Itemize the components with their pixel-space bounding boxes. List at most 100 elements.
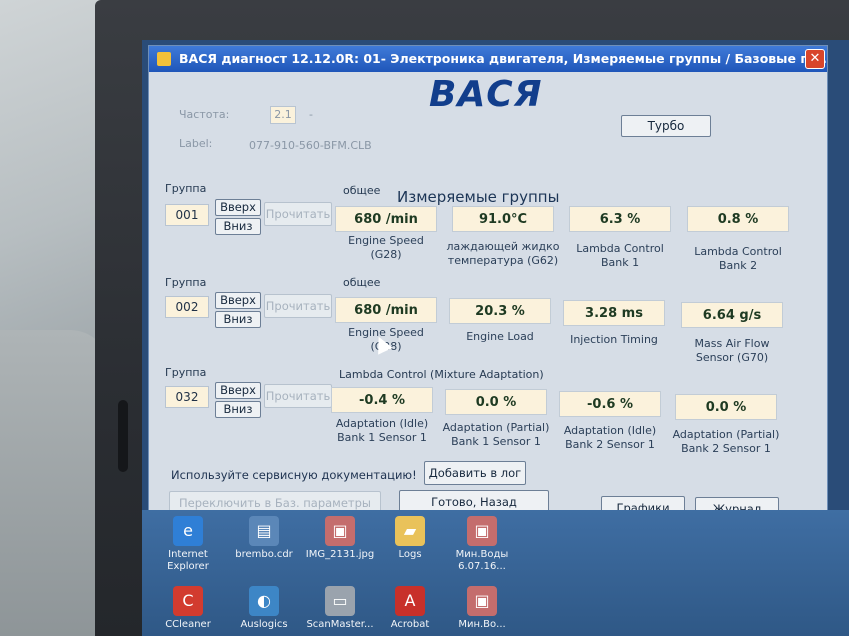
desktop-icon-label: brembo.cdr bbox=[235, 549, 293, 560]
add-to-log-button[interactable]: Добавить в лог bbox=[424, 461, 526, 485]
measurement-value: 3.28 ms bbox=[563, 300, 665, 326]
label-caption: Label: bbox=[179, 137, 213, 150]
measurement-value: 6.3 % bbox=[569, 206, 671, 232]
desktop-icon-ccleaner[interactable]: C CCleaner bbox=[150, 586, 226, 631]
desktop-icon-label: CCleaner bbox=[165, 619, 211, 630]
desktop-icon-internet-explorer[interactable]: e Internet Explorer bbox=[150, 516, 226, 573]
measurement-caption: Engine Speed bbox=[348, 234, 424, 247]
service-docs-hint: Используйте сервисную документацию! bbox=[171, 468, 417, 482]
image-icon: ▣ bbox=[467, 516, 497, 546]
desktop-icon-acrobat[interactable]: A Acrobat bbox=[372, 586, 448, 631]
measurement-caption: Lambda Control bbox=[576, 242, 664, 255]
window-title: ВАСЯ диагност 12.12.0R: 01- Электроника … bbox=[179, 51, 827, 66]
desktop-icon-label: Мин.Воды 6.07.16... bbox=[455, 549, 509, 572]
group-number-field[interactable]: 001 bbox=[165, 204, 209, 226]
group-number-field[interactable]: 032 bbox=[165, 386, 209, 408]
rate-suffix: - bbox=[309, 108, 313, 121]
document-icon: ▤ bbox=[249, 516, 279, 546]
measurement-caption: Bank 2 Sensor 1 bbox=[681, 442, 771, 455]
close-button[interactable]: ✕ bbox=[805, 49, 825, 69]
desktop-icon-label: Acrobat bbox=[390, 619, 430, 630]
desktop-icon-label: Logs bbox=[398, 549, 422, 560]
group-up-button[interactable]: Вверх bbox=[215, 199, 261, 216]
desktop: e Internet Explorer ▤ brembo.cdr ▣ IMG_2… bbox=[142, 510, 849, 636]
desktop-icon-label: ScanMaster... bbox=[306, 619, 374, 630]
read-button[interactable]: Прочитать bbox=[264, 384, 332, 408]
internet-explorer-icon: e bbox=[173, 516, 203, 546]
measurement-value: -0.4 % bbox=[331, 387, 433, 413]
label-file: 077-910-560-BFM.CLB bbox=[249, 139, 372, 152]
desktop-icon-label: Auslogics bbox=[240, 619, 288, 630]
read-button[interactable]: Прочитать bbox=[264, 202, 332, 226]
rate-label: Частота: bbox=[179, 108, 230, 121]
measurement-value: 6.64 g/s bbox=[681, 302, 783, 328]
group-title: общее bbox=[343, 184, 381, 197]
app-icon bbox=[157, 52, 171, 66]
desktop-icon-label: IMG_2131.jpg bbox=[305, 549, 375, 560]
scanmaster-icon: ▭ bbox=[325, 586, 355, 616]
section-title: Измеряемые группы bbox=[397, 188, 560, 206]
measurement-caption: Bank 1 bbox=[600, 256, 640, 269]
window-client: Частота: 2.1 - Label: 077-910-560-BFM.CL… bbox=[149, 72, 827, 521]
read-button[interactable]: Прочитать bbox=[264, 294, 332, 318]
measurement-caption: Bank 1 Sensor 1 bbox=[337, 431, 427, 444]
bezel-button bbox=[118, 400, 128, 472]
desktop-icon-label: Мин.Во... bbox=[458, 619, 506, 630]
measurement-value: 20.3 % bbox=[449, 298, 551, 324]
group-number-field[interactable]: 002 bbox=[165, 296, 209, 318]
measurement-value: 0.0 % bbox=[445, 389, 547, 415]
folder-icon: ▰ bbox=[395, 516, 425, 546]
measurement-value: 680 /min bbox=[335, 206, 437, 232]
measurement-caption: Adaptation (Idle) bbox=[335, 417, 429, 430]
measurement-caption: (G28) bbox=[370, 248, 402, 261]
measurement-value: 91.0°C bbox=[452, 206, 554, 232]
auslogics-icon: ◐ bbox=[249, 586, 279, 616]
measurement-value: 0.0 % bbox=[675, 394, 777, 420]
group-title: общее bbox=[343, 276, 381, 289]
measurement-caption: Adaptation (Partial) bbox=[442, 421, 550, 434]
group-down-button[interactable]: Вниз bbox=[215, 218, 261, 235]
app-window: ВАСЯ диагност 12.12.0R: 01- Электроника … bbox=[148, 45, 828, 521]
desktop-icon-logs[interactable]: ▰ Logs bbox=[372, 516, 448, 561]
desktop-icon-min-vody[interactable]: ▣ Мин.Воды 6.07.16... bbox=[444, 516, 520, 573]
group-title: Lambda Control (Mixture Adaptation) bbox=[339, 368, 544, 381]
measurement-caption: Injection Timing bbox=[570, 333, 658, 346]
desktop-icon-label: Internet Explorer bbox=[167, 549, 209, 572]
measurement-caption: Adaptation (Partial) bbox=[672, 428, 780, 441]
acrobat-icon: A bbox=[395, 586, 425, 616]
measurement-caption: Adaptation (Idle) bbox=[563, 424, 657, 437]
group-down-button[interactable]: Вниз bbox=[215, 311, 261, 328]
measurement-value: -0.6 % bbox=[559, 391, 661, 417]
image-icon: ▣ bbox=[325, 516, 355, 546]
group-label: Группа bbox=[165, 182, 207, 195]
measurement-caption: Mass Air Flow bbox=[694, 337, 770, 350]
laptop-screen: ВАСЯ диагност 12.12.0R: 01- Электроника … bbox=[142, 40, 849, 636]
desktop-icon-scanmaster[interactable]: ▭ ScanMaster... bbox=[302, 586, 378, 631]
measurement-caption: Bank 2 bbox=[718, 259, 758, 272]
measurement-caption: Bank 2 Sensor 1 bbox=[565, 438, 655, 451]
title-bar[interactable]: ВАСЯ диагност 12.12.0R: 01- Электроника … bbox=[149, 46, 827, 72]
measurement-caption: Engine Load bbox=[466, 330, 534, 343]
measurement-value: 0.8 % bbox=[687, 206, 789, 232]
group-label: Группа bbox=[165, 276, 207, 289]
door-panel bbox=[0, 330, 110, 636]
measurement-caption: температура (G62) bbox=[447, 254, 559, 267]
turbo-button[interactable]: Турбо bbox=[621, 115, 711, 137]
measurement-caption: Bank 1 Sensor 1 bbox=[451, 435, 541, 448]
desktop-icon-brembo[interactable]: ▤ brembo.cdr bbox=[226, 516, 302, 561]
desktop-icon-img-2131[interactable]: ▣ IMG_2131.jpg bbox=[302, 516, 378, 561]
group-down-button[interactable]: Вниз bbox=[215, 401, 261, 418]
desktop-icon-auslogics[interactable]: ◐ Auslogics bbox=[226, 586, 302, 631]
rate-value: 2.1 bbox=[270, 106, 296, 124]
app-logo: ВАСЯ bbox=[429, 74, 543, 115]
measurement-caption: Lambda Control bbox=[694, 245, 782, 258]
measurement-caption: лаждающей жидко bbox=[446, 240, 560, 253]
measurement-value: 680 /min bbox=[335, 297, 437, 323]
group-up-button[interactable]: Вверх bbox=[215, 292, 261, 309]
group-label: Группа bbox=[165, 366, 207, 379]
group-up-button[interactable]: Вверх bbox=[215, 382, 261, 399]
image-icon: ▣ bbox=[467, 586, 497, 616]
desktop-icon-min-vody-2[interactable]: ▣ Мин.Во... bbox=[444, 586, 520, 631]
measurement-caption: Sensor (G70) bbox=[695, 351, 769, 364]
ccleaner-icon: C bbox=[173, 586, 203, 616]
